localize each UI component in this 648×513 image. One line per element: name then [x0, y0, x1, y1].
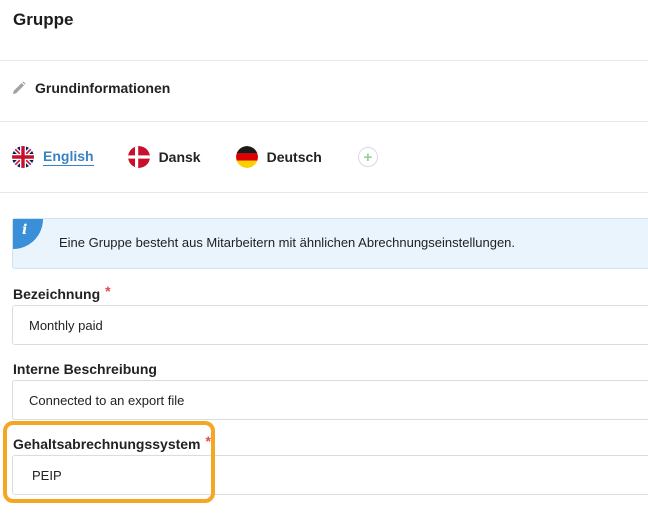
- info-banner: i Eine Gruppe besteht aus Mitarbeitern m…: [12, 218, 648, 269]
- uk-flag-icon: [12, 146, 34, 168]
- tab-deutsch[interactable]: Deutsch: [235, 146, 322, 168]
- page-title: Gruppe: [13, 10, 74, 29]
- bezeichnung-input[interactable]: Monthly paid: [12, 305, 648, 345]
- divider: [0, 121, 648, 122]
- tab-deutsch-label: Deutsch: [266, 149, 322, 165]
- denmark-flag-icon: [127, 146, 150, 168]
- info-text: Eine Gruppe besteht aus Mitarbeitern mit…: [59, 235, 516, 250]
- required-marker: *: [105, 283, 111, 299]
- language-tabs: English Dansk Deutsch +: [12, 145, 378, 169]
- germany-flag-icon: [235, 146, 258, 168]
- tab-dansk-label: Dansk: [158, 149, 201, 165]
- section-header: Grundinformationen: [12, 80, 170, 96]
- highlight-frame: [3, 421, 215, 503]
- tab-dansk[interactable]: Dansk: [127, 146, 201, 168]
- plus-icon: +: [363, 148, 373, 166]
- beschreibung-label: Interne Beschreibung: [13, 361, 157, 377]
- divider: [0, 60, 648, 61]
- add-language-button[interactable]: +: [357, 147, 378, 167]
- tab-english[interactable]: English: [12, 146, 94, 168]
- tab-english-label: English: [43, 148, 94, 166]
- section-title: Grundinformationen: [35, 80, 171, 96]
- beschreibung-input[interactable]: Connected to an export file: [12, 380, 648, 420]
- info-icon: i: [13, 219, 43, 249]
- pencil-icon: [12, 81, 26, 95]
- bezeichnung-label: Bezeichnung *: [13, 283, 111, 302]
- divider: [0, 192, 648, 193]
